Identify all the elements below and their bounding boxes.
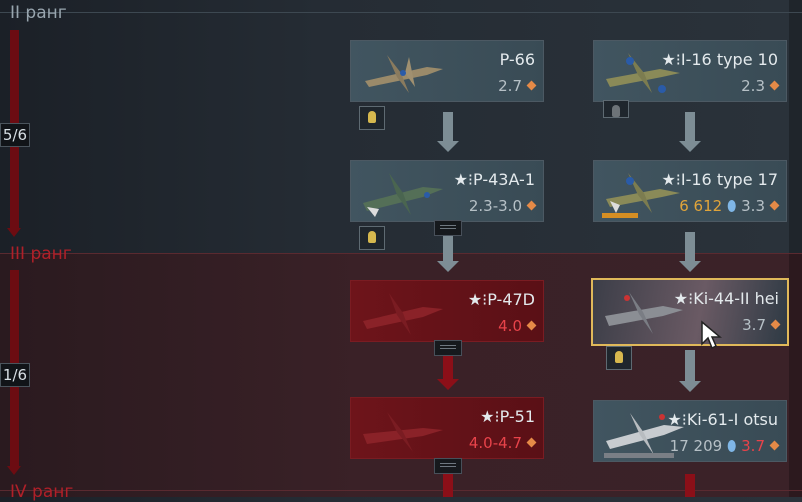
mouse-cursor-icon [701, 320, 722, 350]
vehicle-card-i16-type10[interactable]: ★⁝I-16 type 10 2.3 [593, 40, 787, 102]
vehicle-name: ★⁝I-16 type 10 [661, 50, 778, 69]
battle-rating: 17 209 ⬮ 3.7 [669, 437, 780, 455]
vehicle-card-ki61-i-otsu[interactable]: ★⁝Ki-61-I otsu 17 209 ⬮ 3.7 [593, 400, 787, 462]
battle-rating-icon [526, 437, 537, 448]
research-arrow-icon [685, 474, 695, 497]
research-arrow-icon [437, 112, 459, 152]
aircraft-icon [365, 55, 443, 93]
battle-rating-icon [770, 319, 781, 330]
scrollbar[interactable] [789, 0, 802, 497]
battle-rating-icon [526, 200, 537, 211]
research-arrow-icon [679, 112, 701, 152]
modifications-icon[interactable] [434, 220, 462, 236]
aircraft-icon [363, 293, 443, 335]
vehicle-name: ★⁝Ki-61-I otsu [667, 410, 778, 429]
battle-rating: 3.7 [742, 316, 781, 334]
battle-rating: 2.3 [741, 77, 780, 95]
research-icon: ⬮ [722, 437, 742, 455]
battle-rating-icon [769, 440, 780, 451]
battle-rating: 2.3-3.0 [469, 197, 537, 215]
vehicle-card-i16-type17[interactable]: ★⁝I-16 type 17 6 612 ⬮ 3.3 [593, 160, 787, 222]
rank-divider-3 [0, 253, 802, 254]
rank-label-4: IV ранг [10, 482, 74, 502]
vehicle-name: P-66 [499, 50, 535, 69]
battle-rating: 4.0 [498, 317, 537, 335]
research-arrow-icon [437, 354, 459, 390]
battle-rating-icon [769, 80, 780, 91]
aircraft-icon [363, 412, 443, 452]
research-progress-bar [604, 453, 674, 458]
research-progress-bar [602, 213, 638, 218]
rank-progress-3: 1/6 [0, 363, 30, 387]
vehicle-card-ki44-ii-hei[interactable]: ★⁝Ki-44-II hei 3.7 [591, 278, 789, 346]
vehicle-name: ★⁝P-47D [467, 290, 535, 309]
crew-icon [603, 100, 629, 118]
vehicle-card-p66[interactable]: P-66 2.7 [350, 40, 544, 102]
battle-rating-icon [526, 80, 537, 91]
battle-rating: 6 612 ⬮ 3.3 [679, 197, 780, 215]
rank-label-3: III ранг [10, 244, 72, 264]
battle-rating: 2.7 [498, 77, 537, 95]
vehicle-name: ★⁝P-51 [480, 407, 535, 426]
rank-progress-2: 5/6 [0, 123, 30, 147]
rank-divider-2 [0, 12, 802, 13]
battle-rating-icon [769, 200, 780, 211]
crew-icon [606, 346, 632, 370]
vehicle-name: ★⁝P-43A-1 [453, 170, 535, 189]
vehicle-card-p47d[interactable]: ★⁝P-47D 4.0 [350, 280, 544, 342]
battle-rating: 4.0-4.7 [469, 434, 537, 452]
research-arrow-icon [679, 232, 701, 272]
research-arrow-icon [679, 350, 701, 392]
modifications-icon[interactable] [434, 458, 462, 474]
timeline-arrow-icon [7, 466, 21, 475]
vehicle-card-p51[interactable]: ★⁝P-51 4.0-4.7 [350, 397, 544, 459]
research-points: 17 209 [669, 437, 723, 455]
aircraft-icon [363, 173, 443, 217]
research-arrow-icon [443, 474, 453, 497]
vehicle-name: ★⁝I-16 type 17 [661, 170, 778, 189]
crew-icon [359, 106, 385, 130]
rank-label-2: II ранг [10, 3, 67, 23]
research-icon: ⬮ [722, 197, 742, 215]
vehicle-card-p43a1[interactable]: ★⁝P-43A-1 2.3-3.0 [350, 160, 544, 222]
crew-icon [359, 226, 385, 250]
battle-rating-icon [526, 320, 537, 331]
vehicle-name: ★⁝Ki-44-II hei [673, 289, 779, 308]
timeline-arrow-icon [7, 228, 21, 237]
research-points: 6 612 [679, 197, 723, 215]
modifications-icon[interactable] [434, 340, 462, 356]
rank-divider-4 [0, 490, 802, 491]
